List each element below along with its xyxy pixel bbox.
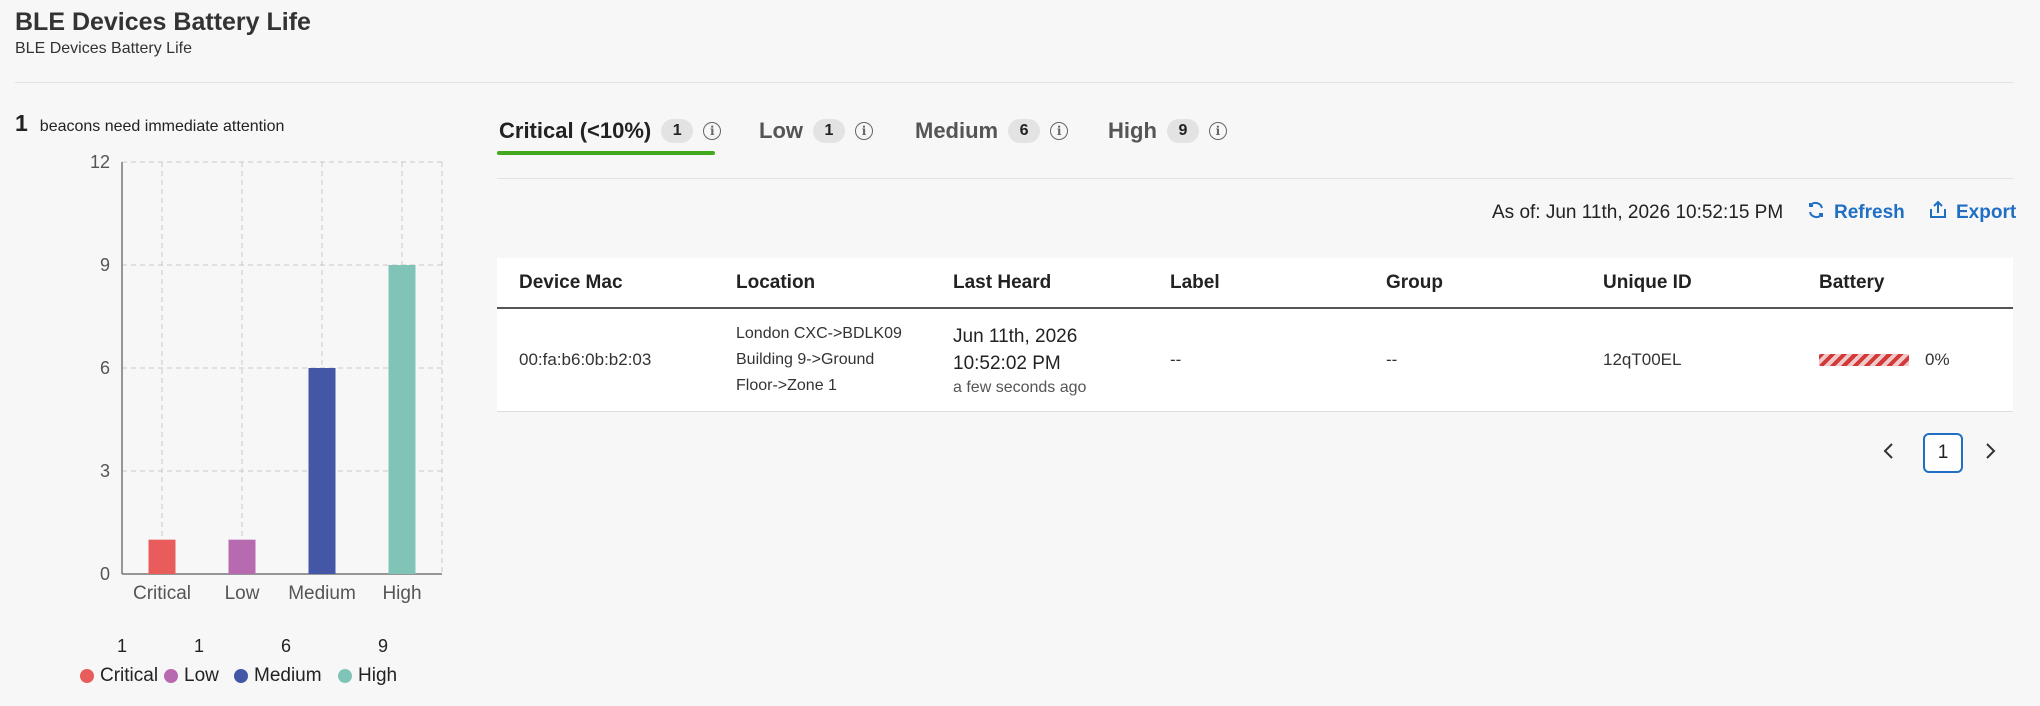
bar-critical[interactable] <box>148 539 176 574</box>
info-icon[interactable]: i <box>855 122 873 140</box>
chevron-left-icon <box>1882 440 1896 466</box>
legend-dot-icon <box>338 669 352 683</box>
pagination-current-page[interactable]: 1 <box>1923 433 1963 473</box>
as-of-timestamp: As of: Jun 11th, 2026 10:52:15 PM <box>1492 202 1784 223</box>
x-tick-label: Critical <box>133 583 191 604</box>
location-line: London CXC->BDLK09 <box>736 325 902 342</box>
column-header[interactable]: Location <box>714 272 931 294</box>
column-header[interactable]: Last Heard <box>931 272 1148 294</box>
legend-count: 9 <box>377 636 388 656</box>
x-tick-label: Medium <box>288 583 356 604</box>
y-tick-label: 6 <box>100 358 110 378</box>
x-tick-label: High <box>382 583 421 604</box>
devices-table: Device Mac Location Last Heard Label Gro… <box>497 258 2013 412</box>
y-tick-label: 3 <box>100 461 110 481</box>
tab-underline <box>497 151 715 155</box>
tab-label: Low <box>759 118 803 143</box>
column-header[interactable]: Label <box>1148 272 1364 294</box>
tab-label: Medium <box>915 118 999 143</box>
chart-legend: 1 1 6 9 Critical Low Medium High <box>80 636 440 687</box>
table-header: Device Mac Location Last Heard Label Gro… <box>497 258 2013 309</box>
device-mac: 00:fa:b6:0b:b2:03 <box>519 350 652 369</box>
tab-label: High <box>1108 118 1157 143</box>
legend-item-low[interactable]: Low <box>164 665 234 687</box>
legend-dot-icon <box>80 669 94 683</box>
y-tick-label: 12 <box>90 152 110 172</box>
tab-high[interactable]: High 9 i <box>1108 118 1227 144</box>
y-tick-label: 9 <box>100 255 110 275</box>
legend-count: 6 <box>280 636 291 656</box>
table-row[interactable]: 00:fa:b6:0b:b2:03 London CXC->BDLK09 Bui… <box>497 309 2013 412</box>
unique-id: 12qT00EL <box>1603 350 1682 369</box>
tab-count-badge: 6 <box>1008 119 1041 143</box>
tab-count-badge: 9 <box>1166 119 1199 143</box>
export-icon <box>1928 200 1948 226</box>
battery-percent: 0% <box>1925 350 1950 369</box>
column-header[interactable]: Unique ID <box>1581 272 1797 294</box>
tab-count-badge: 1 <box>661 119 694 143</box>
info-icon[interactable]: i <box>703 122 722 140</box>
device-label: -- <box>1170 350 1182 369</box>
column-header[interactable]: Battery <box>1797 272 2013 294</box>
x-tick-label: Low <box>225 583 260 604</box>
last-heard: Jun 11th, 2026 10:52:02 PM a few seconds… <box>931 323 1148 397</box>
location-line: Building 9->Ground <box>736 351 875 368</box>
last-heard-date: Jun 11th, 2026 <box>953 326 1078 347</box>
legend-dot-icon <box>234 669 248 683</box>
device-group: -- <box>1386 350 1398 369</box>
export-button[interactable]: Export <box>1928 200 2016 226</box>
info-icon[interactable]: i <box>1208 122 1227 140</box>
legend-item-critical[interactable]: Critical <box>80 665 164 687</box>
tab-medium[interactable]: Medium 6 i <box>915 118 1069 144</box>
legend-count: 1 <box>193 636 204 656</box>
legend-item-high[interactable]: High <box>338 665 428 687</box>
legend-count: 1 <box>116 636 127 656</box>
legend-label: Low <box>184 665 219 686</box>
y-tick-label: 0 <box>100 564 110 584</box>
device-location: London CXC->BDLK09 Building 9->Ground Fl… <box>714 321 931 399</box>
tab-low[interactable]: Low 1 i <box>759 118 873 144</box>
last-heard-time: 10:52:02 PM <box>953 353 1061 374</box>
battery-tabs: Critical (<10%) 1 i Low 1 i Medium 6 i H… <box>497 110 2013 179</box>
legend-label: High <box>358 665 398 686</box>
pagination-prev-button[interactable] <box>1869 433 1909 473</box>
tab-count-badge: 1 <box>813 119 845 143</box>
last-heard-relative: a few seconds ago <box>953 379 1087 396</box>
bar-low[interactable] <box>228 539 256 574</box>
battery-level: 0% <box>1797 350 2013 370</box>
legend-item-medium[interactable]: Medium <box>234 665 338 687</box>
bar-medium[interactable] <box>308 368 336 574</box>
tab-critical[interactable]: Critical (<10%) 1 i <box>499 118 722 144</box>
legend-label: Critical <box>100 665 159 686</box>
info-icon[interactable]: i <box>1050 122 1069 140</box>
pagination-next-button[interactable] <box>1970 433 2010 473</box>
refresh-label: Refresh <box>1834 202 1905 223</box>
location-line: Floor->Zone 1 <box>736 377 837 394</box>
legend-dot-icon <box>164 669 178 683</box>
refresh-button[interactable]: Refresh <box>1806 200 1905 226</box>
legend-label: Medium <box>254 665 322 686</box>
export-label: Export <box>1956 202 2017 223</box>
refresh-icon <box>1806 200 1826 226</box>
column-header[interactable]: Group <box>1364 272 1581 294</box>
bar-high[interactable] <box>388 265 416 574</box>
chevron-right-icon <box>1983 440 1997 466</box>
battery-bar <box>1819 354 1909 366</box>
tab-label: Critical (<10%) <box>499 118 652 143</box>
column-header[interactable]: Device Mac <box>497 272 714 294</box>
battery-bar-chart: 0 3 6 9 12 Critical Low Medium High <box>90 152 443 604</box>
